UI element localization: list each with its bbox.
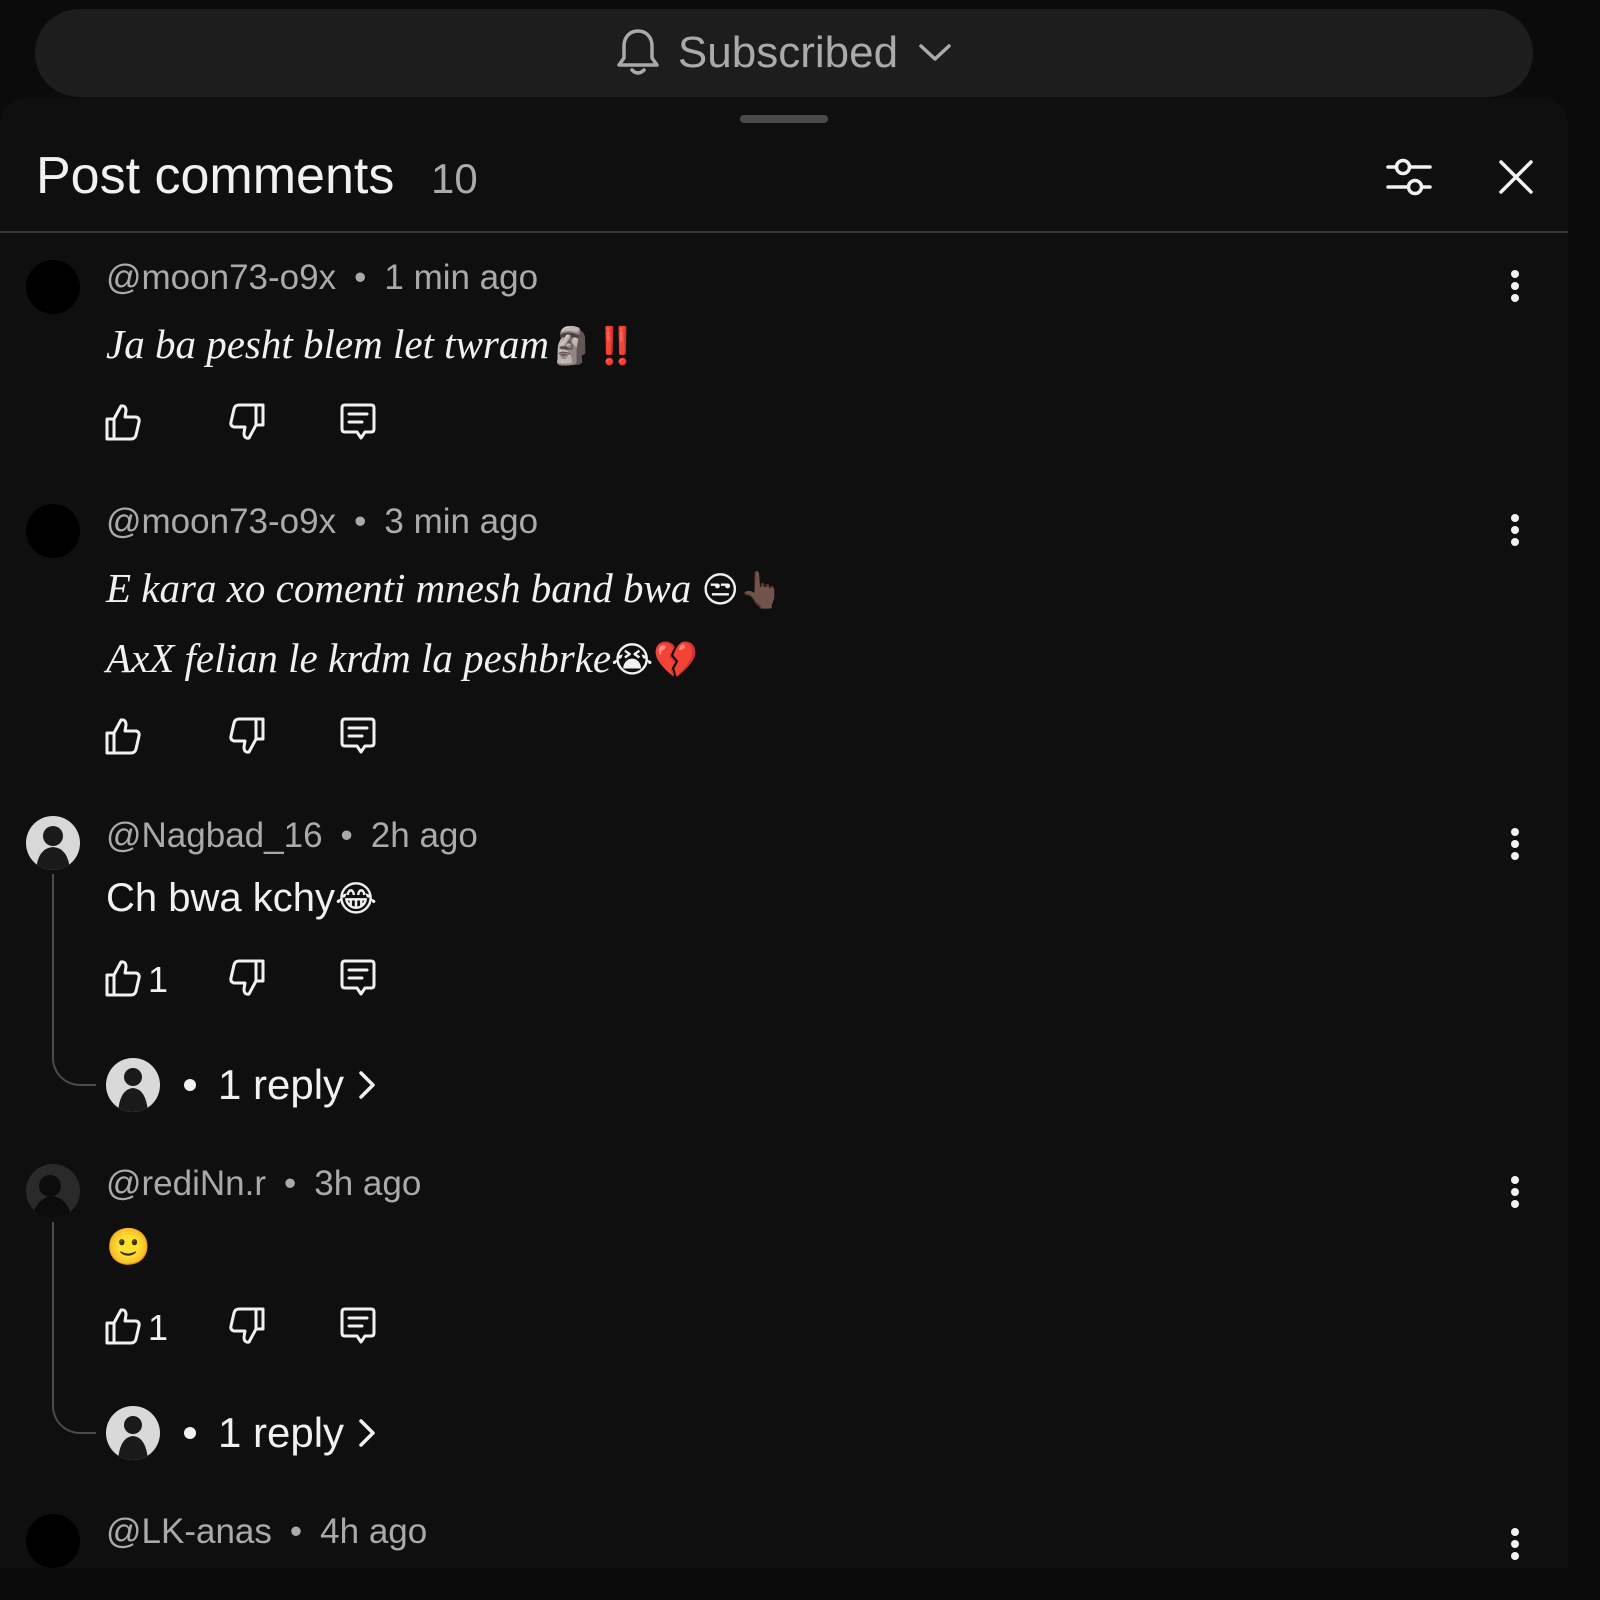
thumb-up-icon — [104, 402, 142, 447]
more-options-button[interactable] — [1500, 266, 1530, 306]
comment-icon — [338, 958, 378, 1003]
thumb-up-icon — [104, 1306, 142, 1351]
thumb-down-icon — [228, 402, 266, 447]
comment-text: E kara xo comenti mnesh band bwa 😒👆🏿 — [106, 564, 784, 612]
more-options-button[interactable] — [1500, 824, 1530, 864]
avatar[interactable] — [26, 260, 80, 314]
reply-button[interactable] — [338, 402, 378, 446]
comment-time: 1 min ago — [384, 258, 539, 297]
comment-emoji: 🗿‼️ — [548, 326, 639, 367]
sheet-header: Post comments 10 — [0, 98, 1568, 233]
view-replies-button[interactable]: 1 reply — [106, 1406, 376, 1460]
comment-meta: @moon73-o9x • 1 min ago — [106, 258, 539, 297]
comment-text: Ja ba pesht blem let twram🗿‼️ — [106, 320, 639, 368]
more-options-button[interactable] — [1500, 510, 1530, 550]
like-button[interactable]: 1 — [104, 958, 168, 1002]
comment-icon — [338, 402, 378, 447]
comment-meta: @moon73-o9x • 3 min ago — [106, 502, 539, 541]
comment-text: 🙂 — [106, 1224, 151, 1269]
chevron-right-icon — [358, 1418, 376, 1448]
comment-emoji: 🙂 — [106, 1227, 151, 1268]
thumb-up-icon — [104, 958, 142, 1003]
subscribed-label: Subscribed — [677, 28, 899, 77]
page-title: Post comments — [36, 147, 395, 205]
view-replies-button[interactable]: 1 reply — [106, 1058, 376, 1112]
comment-time: 3h ago — [314, 1164, 422, 1203]
comment-author[interactable]: @moon73-o9x — [106, 258, 336, 297]
more-options-button[interactable] — [1500, 1524, 1530, 1564]
comment-meta: @LK-anas • 4h ago — [106, 1512, 428, 1551]
comment-emoji: 😭💔 — [611, 640, 699, 681]
comment-author[interactable]: @moon73-o9x — [106, 502, 336, 541]
subscribed-button[interactable]: Subscribed — [35, 9, 1533, 97]
close-icon — [1498, 159, 1534, 200]
dislike-button[interactable] — [228, 958, 266, 1002]
dislike-button[interactable] — [228, 402, 266, 446]
separator-dot — [184, 1079, 196, 1091]
thumb-down-icon — [228, 1306, 266, 1351]
sliders-icon — [1385, 155, 1433, 204]
comment-icon — [338, 716, 378, 761]
thread-line — [52, 874, 96, 1086]
bell-icon — [616, 28, 660, 78]
thumb-down-icon — [228, 716, 266, 761]
thread-line — [52, 1222, 96, 1434]
filter-button[interactable] — [1381, 151, 1437, 207]
comment-meta: @Nagbad_16 • 2h ago — [106, 816, 478, 855]
avatar[interactable] — [26, 816, 80, 870]
dislike-button[interactable] — [228, 716, 266, 760]
replies-count: 1 reply — [218, 1061, 345, 1108]
close-button[interactable] — [1490, 151, 1542, 207]
like-button[interactable]: 1 — [104, 1306, 168, 1350]
like-count: 1 — [148, 1307, 169, 1348]
thumb-down-icon — [228, 958, 266, 1003]
comment-author[interactable]: @Nagbad_16 — [106, 816, 323, 855]
avatar[interactable] — [26, 1164, 80, 1218]
like-count: 1 — [148, 959, 169, 1000]
reply-button[interactable] — [338, 716, 378, 760]
chevron-down-icon — [918, 43, 952, 63]
comment-text-line: Ch bwa kchy — [106, 876, 335, 920]
reply-avatar — [106, 1058, 160, 1112]
comment-time: 4h ago — [320, 1512, 428, 1551]
comment-meta: @rediNn.r • 3h ago — [106, 1164, 422, 1203]
like-button[interactable] — [104, 402, 142, 446]
reply-button[interactable] — [338, 1306, 378, 1350]
reply-button[interactable] — [338, 958, 378, 1002]
avatar[interactable] — [26, 1514, 80, 1568]
comment-author[interactable]: @rediNn.r — [106, 1164, 266, 1203]
thumb-up-icon — [104, 716, 142, 761]
comment-text: Ch bwa kchy😂 — [106, 876, 377, 921]
dislike-button[interactable] — [228, 1306, 266, 1350]
separator-dot — [184, 1427, 196, 1439]
comment-text-line: Ja ba pesht blem let twram — [106, 321, 549, 367]
comment-time: 2h ago — [370, 816, 478, 855]
top-bar: Subscribed — [0, 0, 1568, 100]
comment-icon — [338, 1306, 378, 1351]
comment-count: 10 — [431, 155, 478, 202]
comment-text-line: AxX felian le krdm la peshbrke — [106, 635, 612, 681]
more-options-button[interactable] — [1500, 1172, 1530, 1212]
replies-count: 1 reply — [218, 1409, 345, 1456]
like-button[interactable] — [104, 716, 142, 760]
avatar[interactable] — [26, 504, 80, 558]
reply-avatar — [106, 1406, 160, 1460]
comment-emoji: 😂 — [334, 879, 378, 920]
comment-text-line: E kara xo comenti mnesh band bwa — [106, 565, 702, 611]
comment-text: AxX felian le krdm la peshbrke😭💔 — [106, 634, 698, 682]
comment-emoji: 😒👆🏿 — [701, 570, 784, 611]
comment-time: 3 min ago — [384, 502, 539, 541]
comment-author[interactable]: @LK-anas — [106, 1512, 272, 1551]
chevron-right-icon — [358, 1070, 376, 1100]
